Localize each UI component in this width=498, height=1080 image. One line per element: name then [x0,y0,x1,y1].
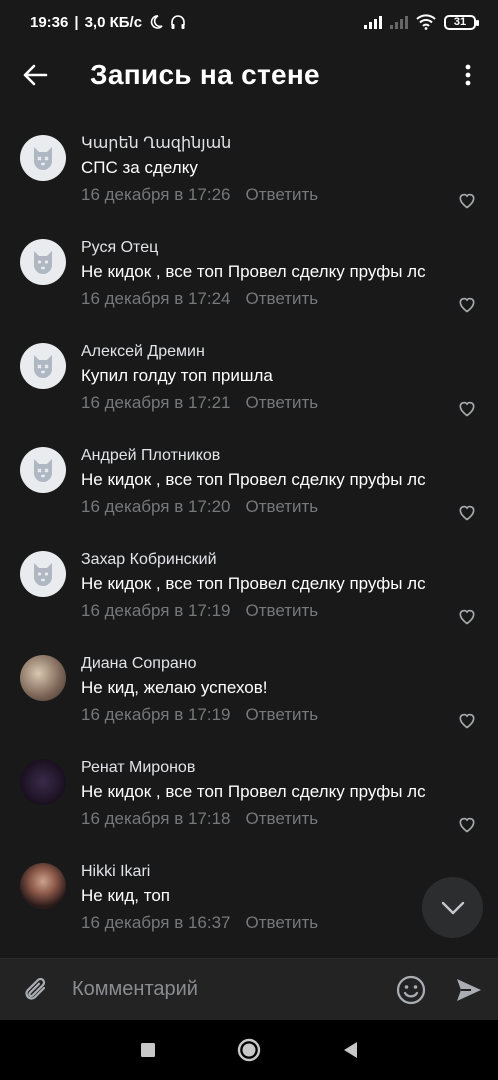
signal-2-icon [390,15,408,29]
deactivated-dog-icon [34,459,52,482]
heart-icon[interactable] [457,398,477,418]
status-separator: | [74,13,79,31]
reply-button[interactable]: Ответить [246,912,319,934]
signal-icon [364,15,382,29]
avatar[interactable] [20,655,66,701]
scroll-down-button[interactable] [422,877,483,938]
comment-meta: 16 декабря в 17:24 Ответить [81,288,498,310]
heart-icon[interactable] [457,606,477,626]
comment-text: Не кидок , все топ Провел сделку пруфы л… [81,574,426,593]
reply-button[interactable]: Ответить [246,600,319,622]
deactivated-dog-icon [34,563,52,586]
reply-button[interactable]: Ответить [246,288,319,310]
more-vertical-icon [465,64,471,86]
back-button[interactable] [0,44,70,106]
comment-date: 16 декабря в 17:24 [81,289,231,308]
comment-meta: 16 декабря в 17:18 Ответить [81,808,498,830]
comment-author[interactable]: Ренат Миронов [81,758,498,778]
comment-composer [0,958,498,1020]
comment-author[interactable]: Диана Сопрано [81,654,498,674]
comment-author[interactable]: Руся Отец [81,238,498,258]
battery-icon: 31 [444,14,479,30]
deactivated-dog-icon [34,251,52,274]
comment-input[interactable] [72,978,382,1001]
comment-date: 16 декабря в 17:21 [81,393,231,412]
comment-author[interactable]: Алексей Дремин [81,342,498,362]
comments-list: Կարեն Ղազինյան СПС за сделку 16 декабря … [0,106,498,938]
chevron-down-icon [441,901,464,914]
comment-text: Не кид, желаю успехов! [81,678,268,697]
back-triangle-icon[interactable] [342,1041,358,1059]
reply-button[interactable]: Ответить [246,496,319,518]
avatar[interactable] [20,551,66,597]
heart-icon[interactable] [457,294,477,314]
paperclip-icon [25,977,46,1000]
comment-text: Не кидок , все топ Провел сделку пруфы л… [81,262,426,281]
comment-date: 16 декабря в 17:19 [81,705,231,724]
reply-button[interactable]: Ответить [246,808,319,830]
avatar[interactable] [20,863,66,909]
more-options-button[interactable] [438,44,498,106]
heart-icon[interactable] [457,710,477,730]
system-nav-bar [0,1020,498,1080]
send-button[interactable] [440,959,498,1021]
battery-level: 31 [453,15,467,28]
comment-date: 16 декабря в 17:19 [81,601,231,620]
moon-icon [150,15,163,29]
status-bar: 19:36 | 3,0 КБ/с 31 [0,0,498,44]
comment-meta: 16 декабря в 17:21 Ответить [81,392,498,414]
reply-button[interactable]: Ответить [246,184,319,206]
avatar[interactable] [20,343,66,389]
comment-item: Диана Сопрано Не кид, желаю успехов! 16 … [0,626,498,730]
comment-meta: 16 декабря в 17:26 Ответить [81,184,498,206]
comment-item: Алексей Дремин Купил голду топ пришла 16… [0,314,498,418]
avatar[interactable] [20,447,66,493]
comment-item: Կարեն Ղազինյան СПС за сделку 16 декабря … [0,106,498,210]
comment-date: 16 декабря в 17:18 [81,809,231,828]
recents-icon[interactable] [140,1042,156,1058]
comment-item: Ренат Миронов Не кидок , все топ Провел … [0,730,498,834]
wifi-icon [416,14,436,30]
comment-date: 16 декабря в 16:37 [81,913,231,932]
comment-author[interactable]: Hikki Ikari [81,862,498,882]
comment-date: 16 декабря в 17:26 [81,185,231,204]
smile-icon [396,975,426,1004]
comment-item: Hikki Ikari Не кид, топ 16 декабря в 16:… [0,834,498,938]
home-icon[interactable] [237,1038,261,1062]
comment-meta: 16 декабря в 17:19 Ответить [81,704,498,726]
reply-button[interactable]: Ответить [246,392,319,414]
status-time: 19:36 [30,13,69,31]
comment-item: Захар Кобринский Не кидок , все топ Пров… [0,522,498,626]
send-icon [457,978,481,1001]
deactivated-dog-icon [34,147,52,170]
comment-text: Не кидок , все топ Провел сделку пруфы л… [81,470,426,489]
comment-author[interactable]: Захар Кобринский [81,550,498,570]
comment-text: Не кидок , все топ Провел сделку пруфы л… [81,782,426,801]
headphones-icon [171,15,185,29]
emoji-button[interactable] [382,959,440,1021]
heart-icon[interactable] [457,502,477,522]
heart-icon[interactable] [457,814,477,834]
comment-author[interactable]: Կարեն Ղազինյան [81,134,498,154]
deactivated-dog-icon [34,355,52,378]
avatar[interactable] [20,239,66,285]
comment-text: СПС за сделку [81,158,198,177]
comment-text: Купил голду топ пришла [81,366,273,385]
comment-meta: 16 декабря в 17:20 Ответить [81,496,498,518]
comment-author[interactable]: Андрей Плотников [81,446,498,466]
reply-button[interactable]: Ответить [246,704,319,726]
comment-item: Руся Отец Не кидок , все топ Провел сдел… [0,210,498,314]
status-speed: 3,0 КБ/с [84,13,143,31]
comment-item: Андрей Плотников Не кидок , все топ Пров… [0,418,498,522]
app-header: Запись на стене [0,44,498,106]
comment-meta: 16 декабря в 17:19 Ответить [81,600,498,622]
page-title: Запись на стене [90,59,320,90]
arrow-left-icon [23,64,48,86]
comment-date: 16 декабря в 17:20 [81,497,231,516]
avatar[interactable] [20,759,66,805]
avatar[interactable] [20,135,66,181]
attach-button[interactable] [0,959,72,1021]
heart-icon[interactable] [457,190,477,210]
